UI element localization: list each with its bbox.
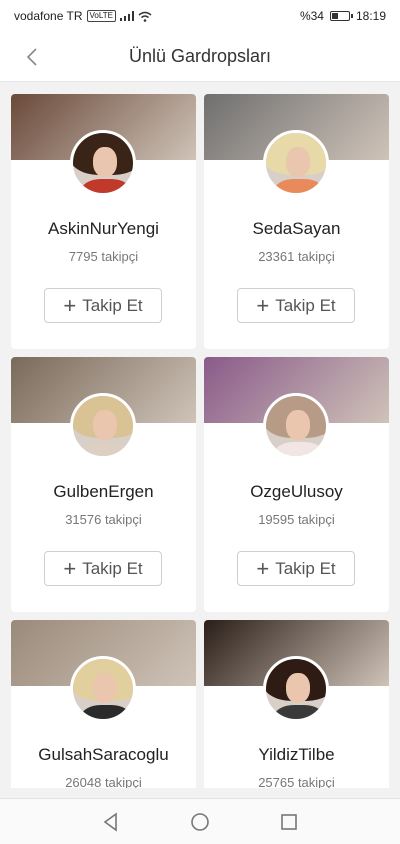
celebrity-card[interactable]: OzgeUlusoy 19595 takipçi + Takip Et xyxy=(204,357,389,612)
plus-icon: + xyxy=(256,292,270,318)
follower-count: 31576 takipçi xyxy=(65,512,142,527)
celebrity-name[interactable]: GulsahSaracoglu xyxy=(11,745,196,765)
clock: 18:19 xyxy=(355,9,386,23)
celebrity-name[interactable]: GulbenErgen xyxy=(11,482,196,502)
status-right: %34 18:19 xyxy=(300,9,386,23)
follow-button[interactable]: + Takip Et xyxy=(237,551,355,586)
carrier-label: vodafone TR xyxy=(14,9,83,23)
follow-button[interactable]: + Takip Et xyxy=(237,288,355,323)
celebrity-card[interactable]: GulbenErgen 31576 takipçi + Takip Et xyxy=(11,357,196,612)
avatar[interactable] xyxy=(70,393,136,459)
plus-icon: + xyxy=(256,555,270,581)
plus-icon: + xyxy=(63,555,77,581)
nav-home-icon[interactable] xyxy=(188,810,212,834)
avatar[interactable] xyxy=(70,130,136,196)
nav-back-icon[interactable] xyxy=(99,810,123,834)
app-header: Ünlü Gardropsları xyxy=(0,32,400,82)
celebrity-name[interactable]: YildizTilbe xyxy=(204,745,389,765)
celebrity-name[interactable]: SedaSayan xyxy=(204,219,389,239)
avatar[interactable] xyxy=(70,656,136,722)
celebrity-name[interactable]: AskinNurYengi xyxy=(11,219,196,239)
avatar[interactable] xyxy=(263,656,329,722)
follower-count: 7795 takipçi xyxy=(68,249,139,264)
follow-label: Takip Et xyxy=(275,295,336,315)
nav-recents-icon[interactable] xyxy=(277,810,301,834)
follow-label: Takip Et xyxy=(82,295,143,315)
battery-percent: %34 xyxy=(299,9,324,23)
avatar[interactable] xyxy=(263,393,329,459)
follow-label: Takip Et xyxy=(275,558,336,578)
celebrity-name[interactable]: OzgeUlusoy xyxy=(204,482,389,502)
battery-icon xyxy=(329,11,353,21)
status-left: vodafone TR VoLTE xyxy=(14,9,152,23)
follower-count: 26048 takipçi xyxy=(65,775,142,788)
follower-count: 19595 takipçi xyxy=(258,512,335,527)
system-nav-bar xyxy=(0,798,400,844)
avatar[interactable] xyxy=(263,130,329,196)
celebrity-card[interactable]: AskinNurYengi 7795 takipçi + Takip Et xyxy=(11,94,196,349)
celebrity-card[interactable]: YildizTilbe 25765 takipçi + Takip Et xyxy=(204,620,389,788)
follower-count: 25765 takipçi xyxy=(258,775,335,788)
follow-button[interactable]: + Takip Et xyxy=(44,551,162,586)
volte-badge: VoLTE xyxy=(86,10,116,22)
signal-icon xyxy=(119,11,134,21)
back-arrow-icon[interactable] xyxy=(22,46,44,68)
page-title: Ünlü Gardropsları xyxy=(128,46,272,66)
follow-button[interactable]: + Takip Et xyxy=(44,288,162,323)
follower-count: 23361 takipçi xyxy=(258,249,335,264)
wifi-icon xyxy=(138,11,152,22)
status-bar: vodafone TR VoLTE %34 18:19 xyxy=(0,0,400,32)
plus-icon: + xyxy=(63,292,77,318)
celebrity-card[interactable]: GulsahSaracoglu 26048 takipçi + Takip Et xyxy=(11,620,196,788)
celebrity-card[interactable]: SedaSayan 23361 takipçi + Takip Et xyxy=(204,94,389,349)
celebrity-grid: AskinNurYengi 7795 takipçi + Takip Et Se… xyxy=(11,94,389,788)
follow-label: Takip Et xyxy=(82,558,143,578)
